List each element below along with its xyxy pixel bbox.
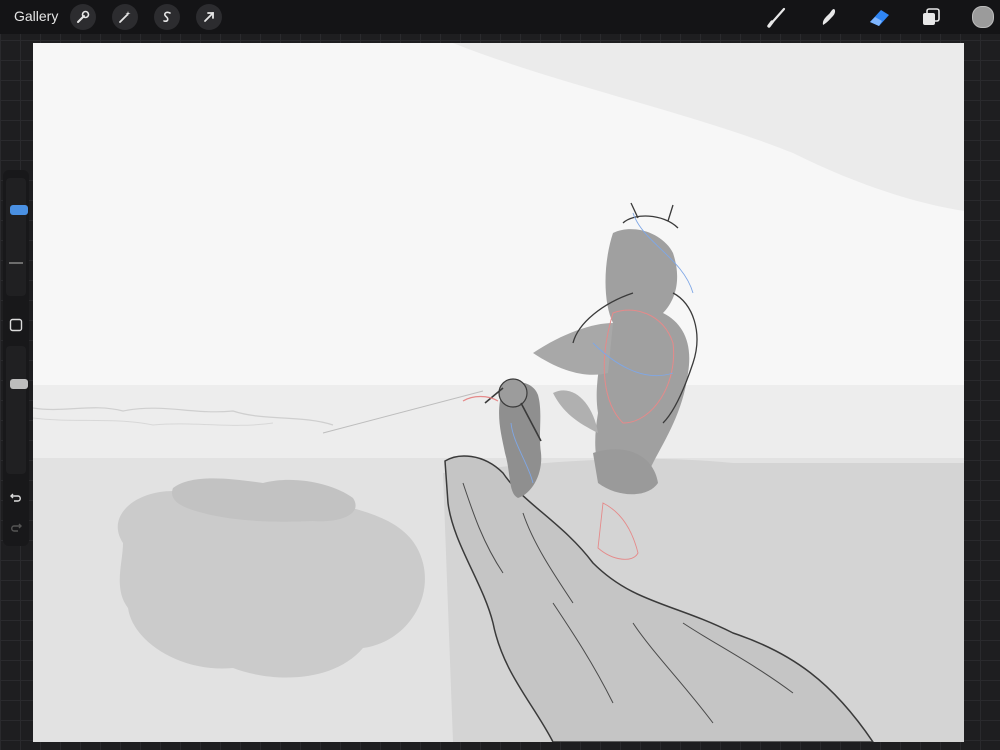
layers-icon (923, 8, 940, 25)
smudge-button[interactable] (816, 4, 842, 30)
sketch-artwork (33, 43, 964, 742)
left-sidebar (3, 170, 29, 546)
brush-size-slider[interactable] (6, 178, 28, 296)
actions-button[interactable] (70, 4, 96, 30)
undo-icon (10, 493, 21, 502)
transform-button[interactable] (196, 4, 222, 30)
opacity-slider[interactable] (6, 346, 28, 474)
selection-button[interactable] (154, 4, 180, 30)
brush-size-thumb[interactable] (10, 205, 28, 215)
smudge-icon (822, 9, 836, 25)
adjustments-button[interactable] (112, 4, 138, 30)
undo-button[interactable] (7, 488, 25, 506)
redo-button[interactable] (7, 518, 25, 536)
selection-s-icon (163, 11, 171, 22)
square-modify-icon (9, 318, 23, 332)
redo-icon (11, 523, 22, 532)
eraser-button[interactable] (867, 4, 893, 30)
slider-tick (9, 262, 23, 264)
brush-icon (767, 7, 786, 28)
paint-brush-button[interactable] (764, 4, 790, 30)
modify-button[interactable] (7, 316, 25, 334)
magic-wand-icon (119, 11, 131, 23)
gallery-button[interactable]: Gallery (14, 8, 58, 24)
drawing-canvas[interactable] (33, 43, 964, 742)
color-picker-button[interactable] (972, 6, 994, 28)
top-toolbar: Gallery (0, 0, 1000, 34)
opacity-thumb[interactable] (10, 379, 28, 389)
eraser-icon (870, 10, 889, 26)
wrench-icon (77, 10, 90, 23)
layers-button[interactable] (918, 4, 944, 30)
transform-arrow-icon (204, 12, 214, 22)
